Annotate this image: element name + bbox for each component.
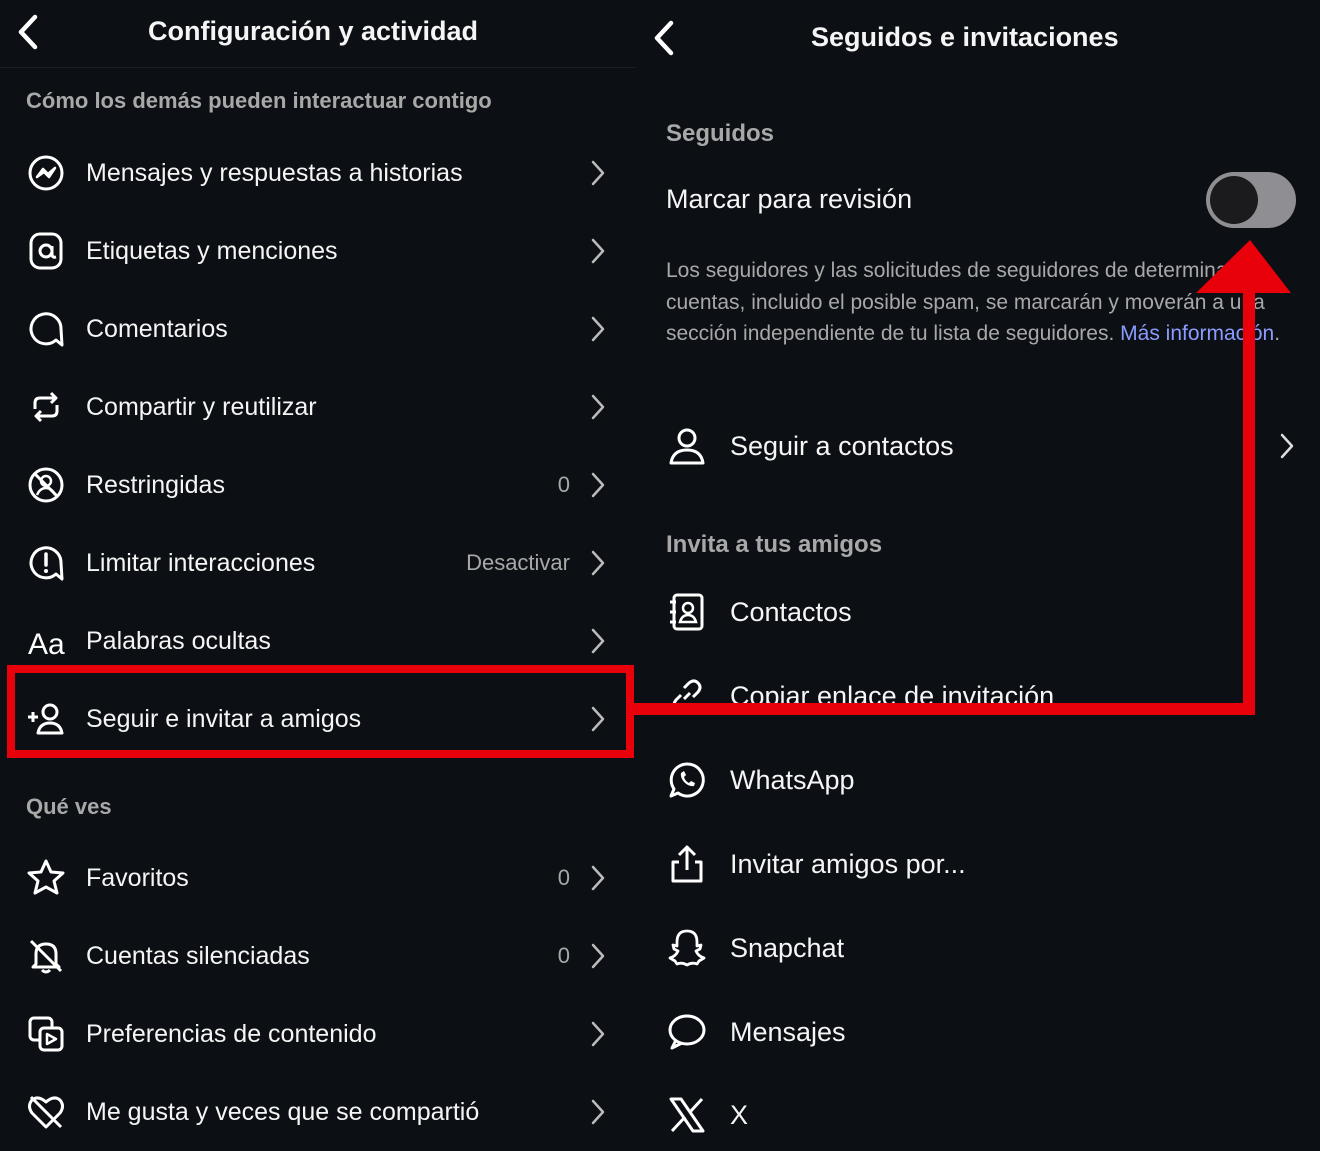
chevron-right-icon (588, 863, 608, 893)
invite-item-label: X (730, 1099, 749, 1130)
page-title: Seguidos e invitaciones (811, 22, 1119, 52)
menu-item-label: Comentarios (86, 314, 228, 343)
link-icon (666, 675, 708, 717)
menu-item-content-preferences[interactable]: Preferencias de contenido (0, 995, 636, 1073)
menu-item-value: Desactivar (466, 550, 570, 575)
chevron-right-icon (588, 1097, 608, 1127)
x-logo-icon (666, 1094, 708, 1136)
follow-invite-panel: Seguidos e invitaciones Seguidos Marcar … (636, 0, 1320, 1142)
restricted-icon (26, 465, 66, 505)
invite-item-label: Contactos (730, 596, 852, 627)
content-prefs-icon (26, 1014, 66, 1054)
chevron-right-icon (588, 941, 608, 971)
menu-item-label: Limitar interacciones (86, 548, 316, 577)
messenger-icon (26, 153, 66, 193)
bell-off-icon (26, 936, 66, 976)
section-header-interact: Cómo los demás pueden interactuar contig… (26, 88, 492, 113)
alert-circle-icon (26, 543, 66, 583)
chevron-right-icon (588, 236, 608, 266)
invite-item-label: Copiar enlace de invitación (730, 680, 1055, 711)
menu-item-messages[interactable]: Mensajes y respuestas a historias (0, 134, 636, 212)
chevron-right-icon (588, 626, 608, 656)
chevron-right-icon (588, 158, 608, 188)
menu-item-sharing[interactable]: Compartir y reutilizar (0, 368, 636, 446)
message-bubble-icon (666, 1011, 708, 1053)
description-end: . (1274, 322, 1281, 345)
menu-item-label: Etiquetas y menciones (86, 236, 338, 265)
invite-item-label: WhatsApp (730, 764, 855, 795)
heart-off-icon (26, 1092, 66, 1132)
invite-messages-item[interactable]: Mensajes (636, 997, 1320, 1067)
toggle-knob (1210, 176, 1258, 224)
repost-icon (26, 387, 66, 427)
back-button[interactable] (644, 18, 684, 58)
chevron-right-icon (588, 704, 608, 734)
chevron-right-icon (588, 392, 608, 422)
header-divider (0, 67, 636, 68)
invite-share-item[interactable]: Invitar amigos por... (636, 829, 1320, 899)
menu-item-comments[interactable]: Comentarios (0, 290, 636, 368)
chevron-right-icon (588, 470, 608, 500)
menu-item-limit-interactions[interactable]: Limitar interacciones Desactivar (0, 524, 636, 602)
contacts-book-icon (666, 591, 708, 633)
invite-item-label: Snapchat (730, 932, 845, 963)
invite-snapchat-item[interactable]: Snapchat (636, 913, 1320, 983)
settings-activity-panel: Configuración y actividad Cómo los demás… (0, 0, 636, 1142)
invite-whatsapp-item[interactable]: WhatsApp (636, 745, 1320, 815)
snapchat-icon (666, 927, 708, 969)
menu-item-tags[interactable]: Etiquetas y menciones (0, 212, 636, 290)
person-icon (666, 425, 708, 467)
menu-item-label: Preferencias de contenido (86, 1019, 377, 1048)
menu-item-restricted[interactable]: Restringidas 0 (0, 446, 636, 524)
whatsapp-icon (666, 759, 708, 801)
menu-item-hidden-words[interactable]: Aa Palabras ocultas (0, 602, 636, 680)
star-icon (26, 858, 66, 898)
chevron-right-icon (588, 1019, 608, 1049)
invite-item-label: Mensajes (730, 1016, 846, 1047)
invite-x-item[interactable]: X (636, 1080, 1320, 1150)
chevron-right-icon (588, 314, 608, 344)
chevron-right-icon (1280, 433, 1294, 459)
menu-item-label: Me gusta y veces que se compartió (86, 1097, 480, 1126)
menu-item-label: Compartir y reutilizar (86, 392, 317, 421)
page-title: Configuración y actividad (148, 16, 479, 46)
invite-copy-link-item[interactable]: Copiar enlace de invitación (636, 661, 1320, 731)
add-person-icon (26, 699, 66, 739)
menu-item-value: 0 (557, 472, 570, 497)
follow-contacts-label: Seguir a contactos (730, 430, 954, 461)
follow-contacts-item[interactable]: Seguir a contactos (636, 411, 1320, 481)
svg-text:Aa: Aa (28, 628, 65, 661)
comment-icon (26, 309, 66, 349)
menu-item-label: Palabras ocultas (86, 626, 271, 655)
section-header-invite: Invita a tus amigos (666, 531, 883, 558)
menu-item-value: 0 (557, 943, 570, 968)
menu-item-value: 0 (557, 865, 570, 890)
back-button[interactable] (8, 12, 48, 52)
toggle-label: Marcar para revisión (666, 184, 913, 214)
menu-item-label: Mensajes y respuestas a historias (86, 158, 463, 187)
menu-item-follow-invite[interactable]: Seguir e invitar a amigos (0, 680, 636, 758)
invite-item-label: Invitar amigos por... (730, 848, 966, 879)
text-aa-icon: Aa (26, 621, 66, 661)
section-header-follows: Seguidos (666, 120, 775, 147)
at-sign-icon (26, 231, 66, 271)
menu-item-label: Restringidas (86, 470, 225, 499)
review-toggle[interactable] (1206, 172, 1296, 228)
back-arrow-icon (18, 14, 38, 50)
learn-more-link[interactable]: Más información (1120, 322, 1274, 345)
menu-item-label: Favoritos (86, 863, 189, 892)
review-description: Los seguidores y las solicitudes de segu… (666, 255, 1286, 350)
menu-item-label: Cuentas silenciadas (86, 941, 310, 970)
chevron-right-icon (588, 548, 608, 578)
menu-item-favorites[interactable]: Favoritos 0 (0, 839, 636, 917)
back-arrow-icon (654, 20, 674, 56)
menu-item-likes-shares[interactable]: Me gusta y veces que se compartió (0, 1073, 636, 1151)
invite-contacts-item[interactable]: Contactos (636, 577, 1320, 647)
menu-item-label: Seguir e invitar a amigos (86, 704, 362, 733)
share-icon (666, 843, 708, 885)
menu-item-muted-accounts[interactable]: Cuentas silenciadas 0 (0, 917, 636, 995)
section-header-what-you-see: Qué ves (26, 794, 112, 819)
